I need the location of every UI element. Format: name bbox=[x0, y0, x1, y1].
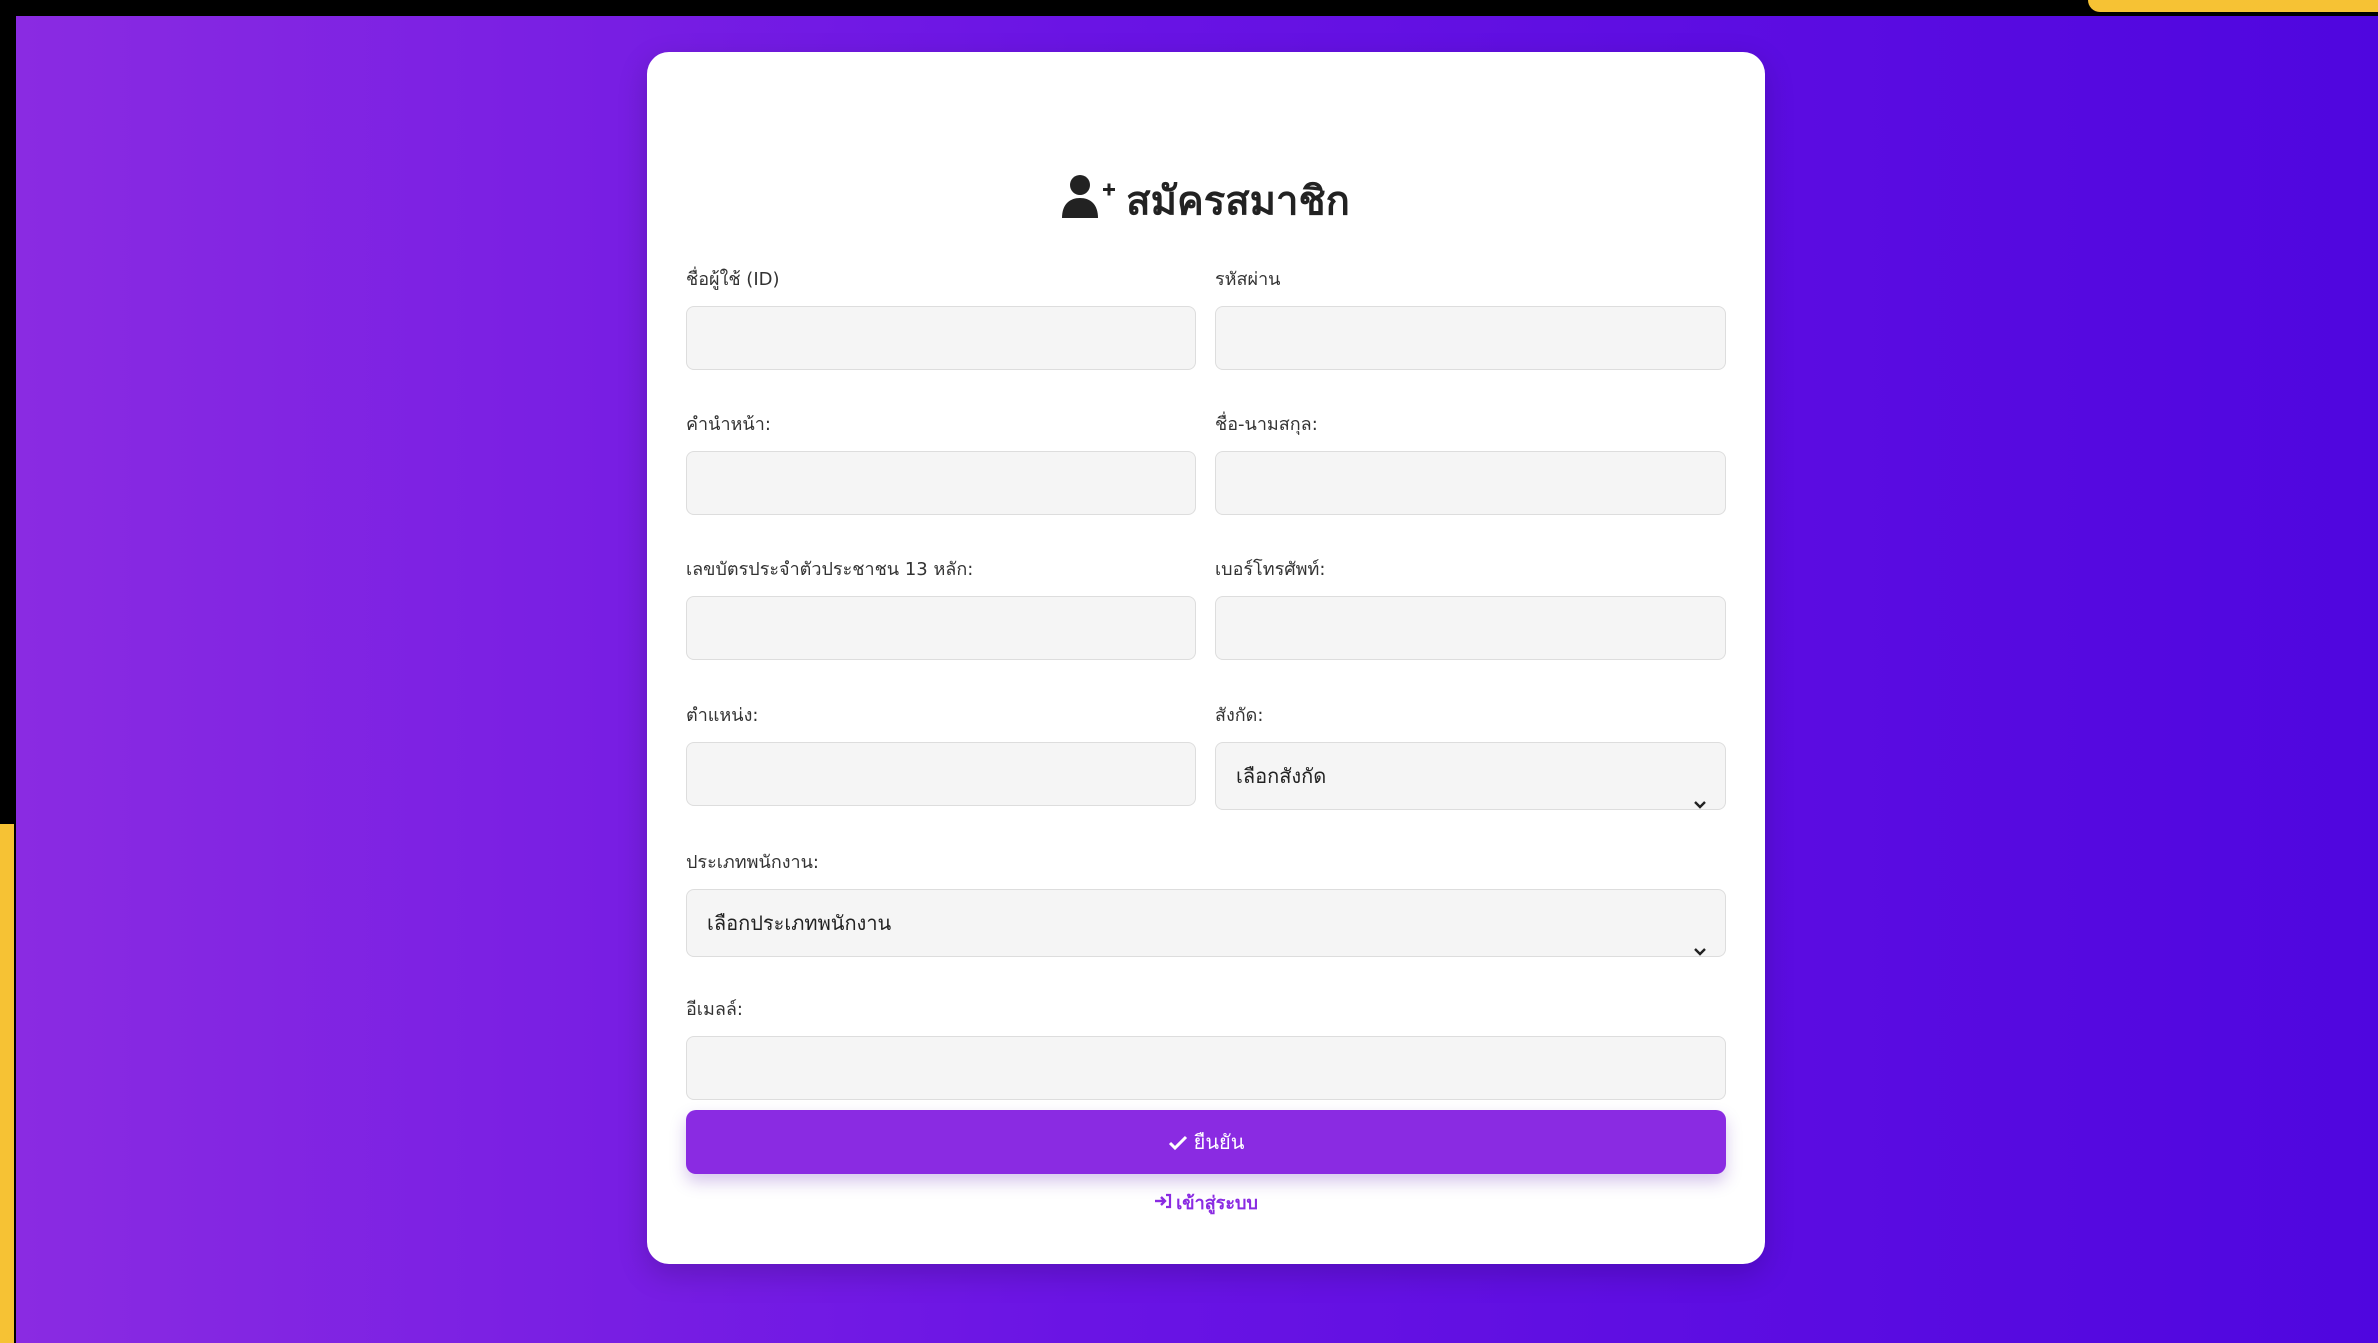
check-icon bbox=[1168, 1112, 1188, 1176]
chevron-down-icon bbox=[1693, 770, 1707, 836]
prefix-label: คำนำหน้า: bbox=[686, 414, 771, 435]
password-input[interactable] bbox=[1215, 306, 1726, 370]
affiliation-select[interactable]: เลือกสังกัด bbox=[1215, 742, 1726, 810]
fullname-input[interactable] bbox=[1215, 451, 1726, 515]
citizen-id-input[interactable] bbox=[686, 596, 1196, 660]
accent-shape-top bbox=[2088, 0, 2378, 12]
citizen-id-label: เลขบัตรประจำตัวประชาชน 13 หลัก: bbox=[686, 559, 974, 580]
affiliation-selected: เลือกสังกัด bbox=[1236, 764, 1327, 788]
submit-label: ยืนยัน bbox=[1193, 1130, 1245, 1154]
employee-type-select[interactable]: เลือกประเภทพนักงาน bbox=[686, 889, 1726, 957]
page-title-text: สมัครสมาชิก bbox=[1126, 178, 1350, 225]
fullname-label: ชื่อ-นามสกุล: bbox=[1215, 414, 1318, 435]
sign-in-icon bbox=[1154, 1192, 1172, 1216]
login-link[interactable]: เข้าสู่ระบบ bbox=[647, 1192, 1765, 1216]
register-card: สมัครสมาชิก ชื่อผู้ใช้ (ID) รหัสผ่าน คำน… bbox=[647, 52, 1765, 1264]
prefix-input[interactable] bbox=[686, 451, 1196, 515]
phone-label: เบอร์โทรศัพท์: bbox=[1215, 559, 1326, 580]
login-link-text: เข้าสู่ระบบ bbox=[1176, 1193, 1258, 1214]
password-label: รหัสผ่าน bbox=[1215, 269, 1281, 290]
email-label: อีเมลล์: bbox=[686, 999, 743, 1020]
employee-type-label: ประเภทพนักงาน: bbox=[686, 852, 819, 873]
email-input[interactable] bbox=[686, 1036, 1726, 1100]
phone-input[interactable] bbox=[1215, 596, 1726, 660]
username-input[interactable] bbox=[686, 306, 1196, 370]
position-label: ตำแหน่ง: bbox=[686, 705, 759, 726]
username-label: ชื่อผู้ใช้ (ID) bbox=[686, 269, 780, 290]
position-input[interactable] bbox=[686, 742, 1196, 806]
accent-shape-left bbox=[0, 824, 14, 1343]
chevron-down-icon bbox=[1693, 917, 1707, 983]
employee-type-selected: เลือกประเภทพนักงาน bbox=[707, 911, 892, 935]
page-title: สมัครสมาชิก bbox=[647, 172, 1765, 235]
submit-button[interactable]: ยืนยัน bbox=[686, 1110, 1726, 1174]
user-plus-icon bbox=[1062, 172, 1118, 235]
affiliation-label: สังกัด: bbox=[1215, 705, 1264, 726]
